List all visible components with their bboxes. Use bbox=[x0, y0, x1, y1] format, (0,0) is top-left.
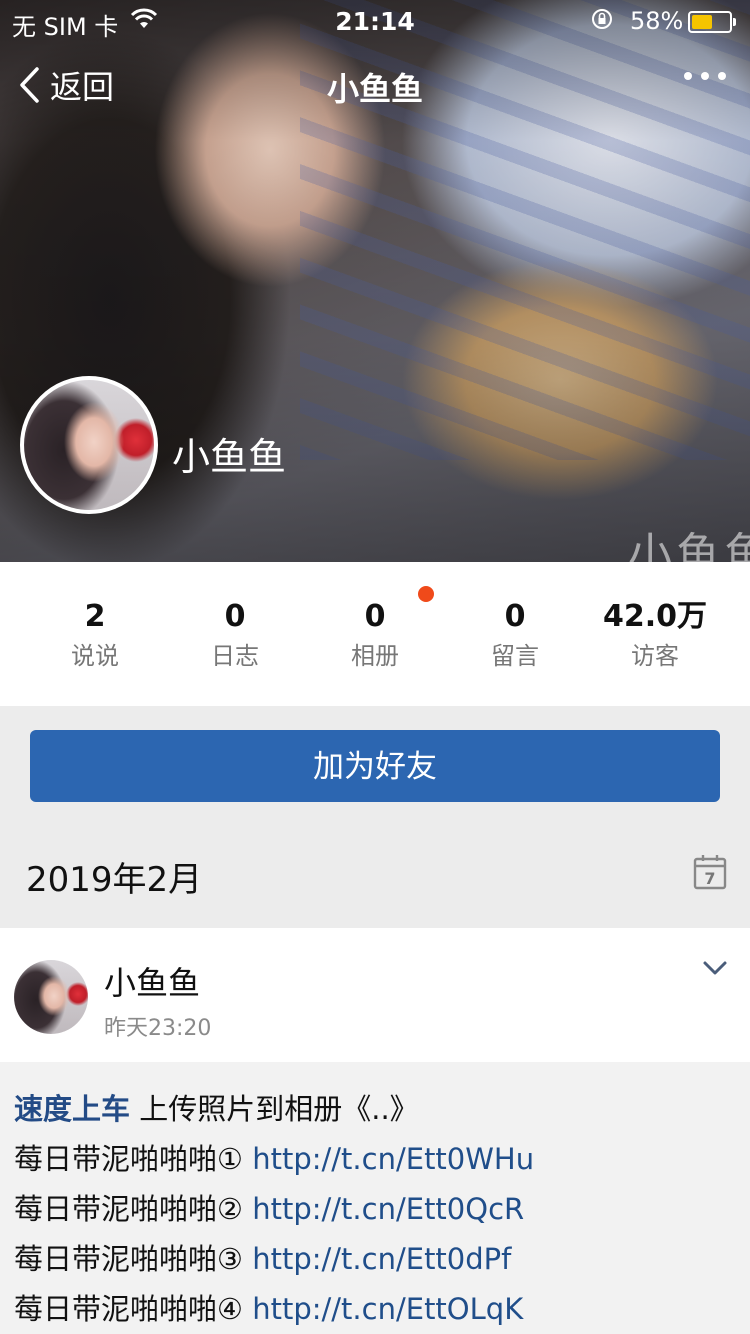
more-dots-icon[interactable] bbox=[684, 72, 726, 80]
stat-album[interactable]: 0 相册 bbox=[305, 600, 445, 671]
stat-label: 相册 bbox=[351, 642, 399, 670]
profile-avatar[interactable] bbox=[20, 376, 158, 514]
post-line: 莓日带泥啪啪啪③ http://t.cn/Ett0dPf bbox=[14, 1236, 511, 1278]
post-line: 莓日带泥啪啪啪② http://t.cn/Ett0QcR bbox=[14, 1186, 524, 1228]
stat-label: 访客 bbox=[631, 642, 679, 670]
post-action-line: 速度上车 上传照片到相册《..》 bbox=[14, 1086, 419, 1128]
stat-label: 说说 bbox=[71, 642, 119, 670]
cover-watermark: 小鱼鱼 bbox=[628, 529, 750, 562]
post-link[interactable]: http://t.cn/Ett0dPf bbox=[252, 1242, 511, 1276]
stat-value: 2 bbox=[84, 599, 106, 634]
post-body: 速度上车 上传照片到相册《..》 莓日带泥啪啪啪① http://t.cn/Et… bbox=[0, 1062, 750, 1334]
stat-value: 0 bbox=[364, 599, 386, 634]
stat-value: 0 bbox=[504, 599, 526, 634]
calendar-icon[interactable]: 7 bbox=[693, 854, 727, 894]
stat-messages[interactable]: 0 留言 bbox=[445, 600, 585, 671]
stat-shuoshuo[interactable]: 2 说说 bbox=[25, 600, 165, 671]
profile-name: 小鱼鱼 bbox=[172, 435, 287, 479]
stat-label: 留言 bbox=[491, 642, 539, 670]
post-line-text: 莓日带泥啪啪啪④ bbox=[14, 1292, 243, 1326]
chevron-down-icon[interactable] bbox=[702, 960, 728, 980]
post-link[interactable]: http://t.cn/EttOLqK bbox=[252, 1292, 523, 1326]
battery-icon bbox=[688, 11, 736, 33]
post-time: 昨天23:20 bbox=[104, 1016, 212, 1041]
post-author[interactable]: 小鱼鱼 bbox=[104, 958, 200, 1004]
post-line-text: 莓日带泥啪啪啪② bbox=[14, 1192, 243, 1226]
post-line: 莓日带泥啪啪啪④ http://t.cn/EttOLqK bbox=[14, 1286, 523, 1328]
battery-percent: 58% bbox=[630, 7, 684, 35]
date-label: 2019年2月 bbox=[26, 860, 203, 900]
post-link[interactable]: http://t.cn/Ett0QcR bbox=[252, 1192, 524, 1226]
post-link[interactable]: http://t.cn/Ett0WHu bbox=[252, 1142, 534, 1176]
post-avatar[interactable] bbox=[14, 960, 88, 1034]
post-line: 莓日带泥啪啪啪① http://t.cn/Ett0WHu bbox=[14, 1136, 534, 1178]
nav-bar: 返回 小鱼鱼 bbox=[0, 50, 750, 116]
stat-visitors[interactable]: 42.0万 访客 bbox=[585, 600, 725, 671]
battery-fill bbox=[692, 15, 712, 29]
svg-text:7: 7 bbox=[704, 869, 715, 888]
battery-nub bbox=[733, 18, 736, 26]
cover-photo[interactable]: 小鱼鱼 无 SIM 卡 21:14 58% bbox=[0, 0, 750, 562]
post-line-text: 莓日带泥啪啪啪① bbox=[14, 1142, 243, 1176]
stat-value: 42.0万 bbox=[602, 599, 708, 634]
stat-label: 日志 bbox=[211, 642, 259, 670]
stats-bar: 2 说说 0 日志 0 相册 0 留言 42.0万 访客 bbox=[0, 562, 750, 706]
action-text: 上传照片到相册《..》 bbox=[130, 1092, 419, 1126]
nav-title: 小鱼鱼 bbox=[326, 70, 423, 108]
stat-blog[interactable]: 0 日志 bbox=[165, 600, 305, 671]
date-section-header: 2019年2月 7 bbox=[0, 820, 750, 928]
rotation-lock-icon bbox=[590, 7, 614, 37]
post-header: 小鱼鱼 昨天23:20 bbox=[0, 928, 750, 1062]
add-friend-button[interactable]: 加为好友 bbox=[30, 730, 720, 802]
action-user[interactable]: 速度上车 bbox=[14, 1092, 130, 1126]
album-new-badge bbox=[418, 586, 434, 602]
status-bar: 无 SIM 卡 21:14 58% bbox=[0, 0, 750, 41]
post-line-text: 莓日带泥啪啪啪③ bbox=[14, 1242, 243, 1276]
stat-value: 0 bbox=[224, 599, 246, 634]
